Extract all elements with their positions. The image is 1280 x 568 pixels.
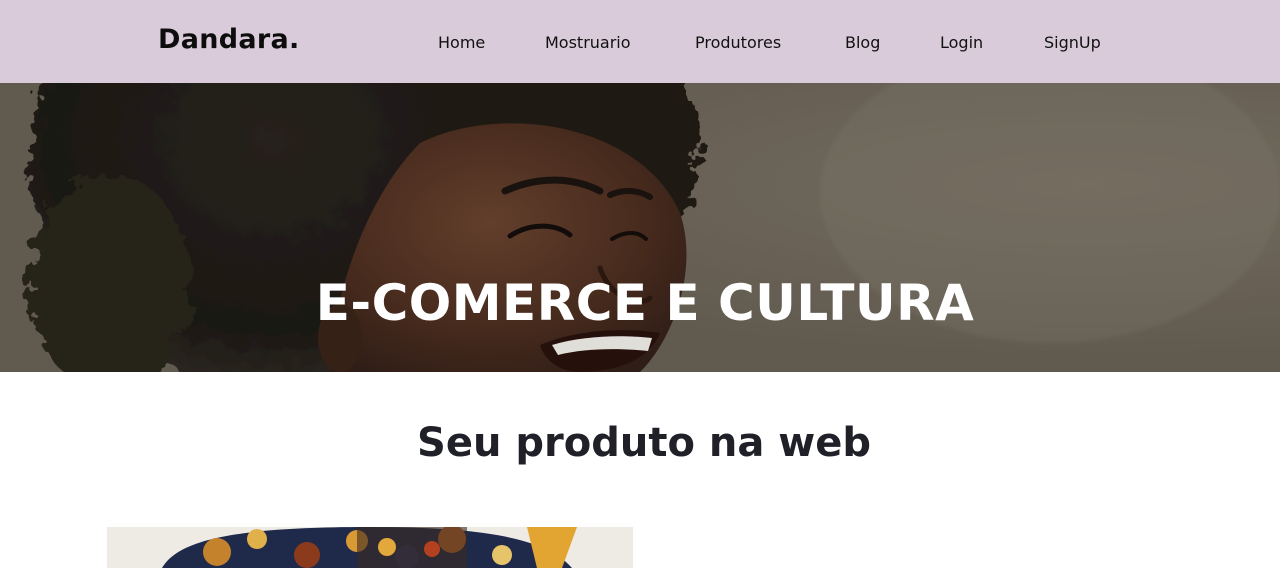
- hero-title: E-COMERCE E CULTURA: [315, 274, 975, 332]
- product-photo: [107, 527, 633, 568]
- nav-link-login[interactable]: Login: [940, 33, 983, 52]
- nav-link-home[interactable]: Home: [438, 33, 485, 52]
- section-title: Seu produto na web: [417, 420, 871, 466]
- nav-link-produtores[interactable]: Produtores: [695, 33, 781, 52]
- hero-banner: E-COMERCE E CULTURA: [0, 83, 1280, 372]
- nav-link-blog[interactable]: Blog: [845, 33, 880, 52]
- brand-logo[interactable]: Dandara.: [158, 24, 300, 55]
- navbar: Dandara. Home Mostruario Produtores Blog…: [0, 0, 1280, 83]
- patterned-headwrap-image: [107, 527, 633, 568]
- nav-link-mostruario[interactable]: Mostruario: [545, 33, 631, 52]
- nav-link-signup[interactable]: SignUp: [1044, 33, 1101, 52]
